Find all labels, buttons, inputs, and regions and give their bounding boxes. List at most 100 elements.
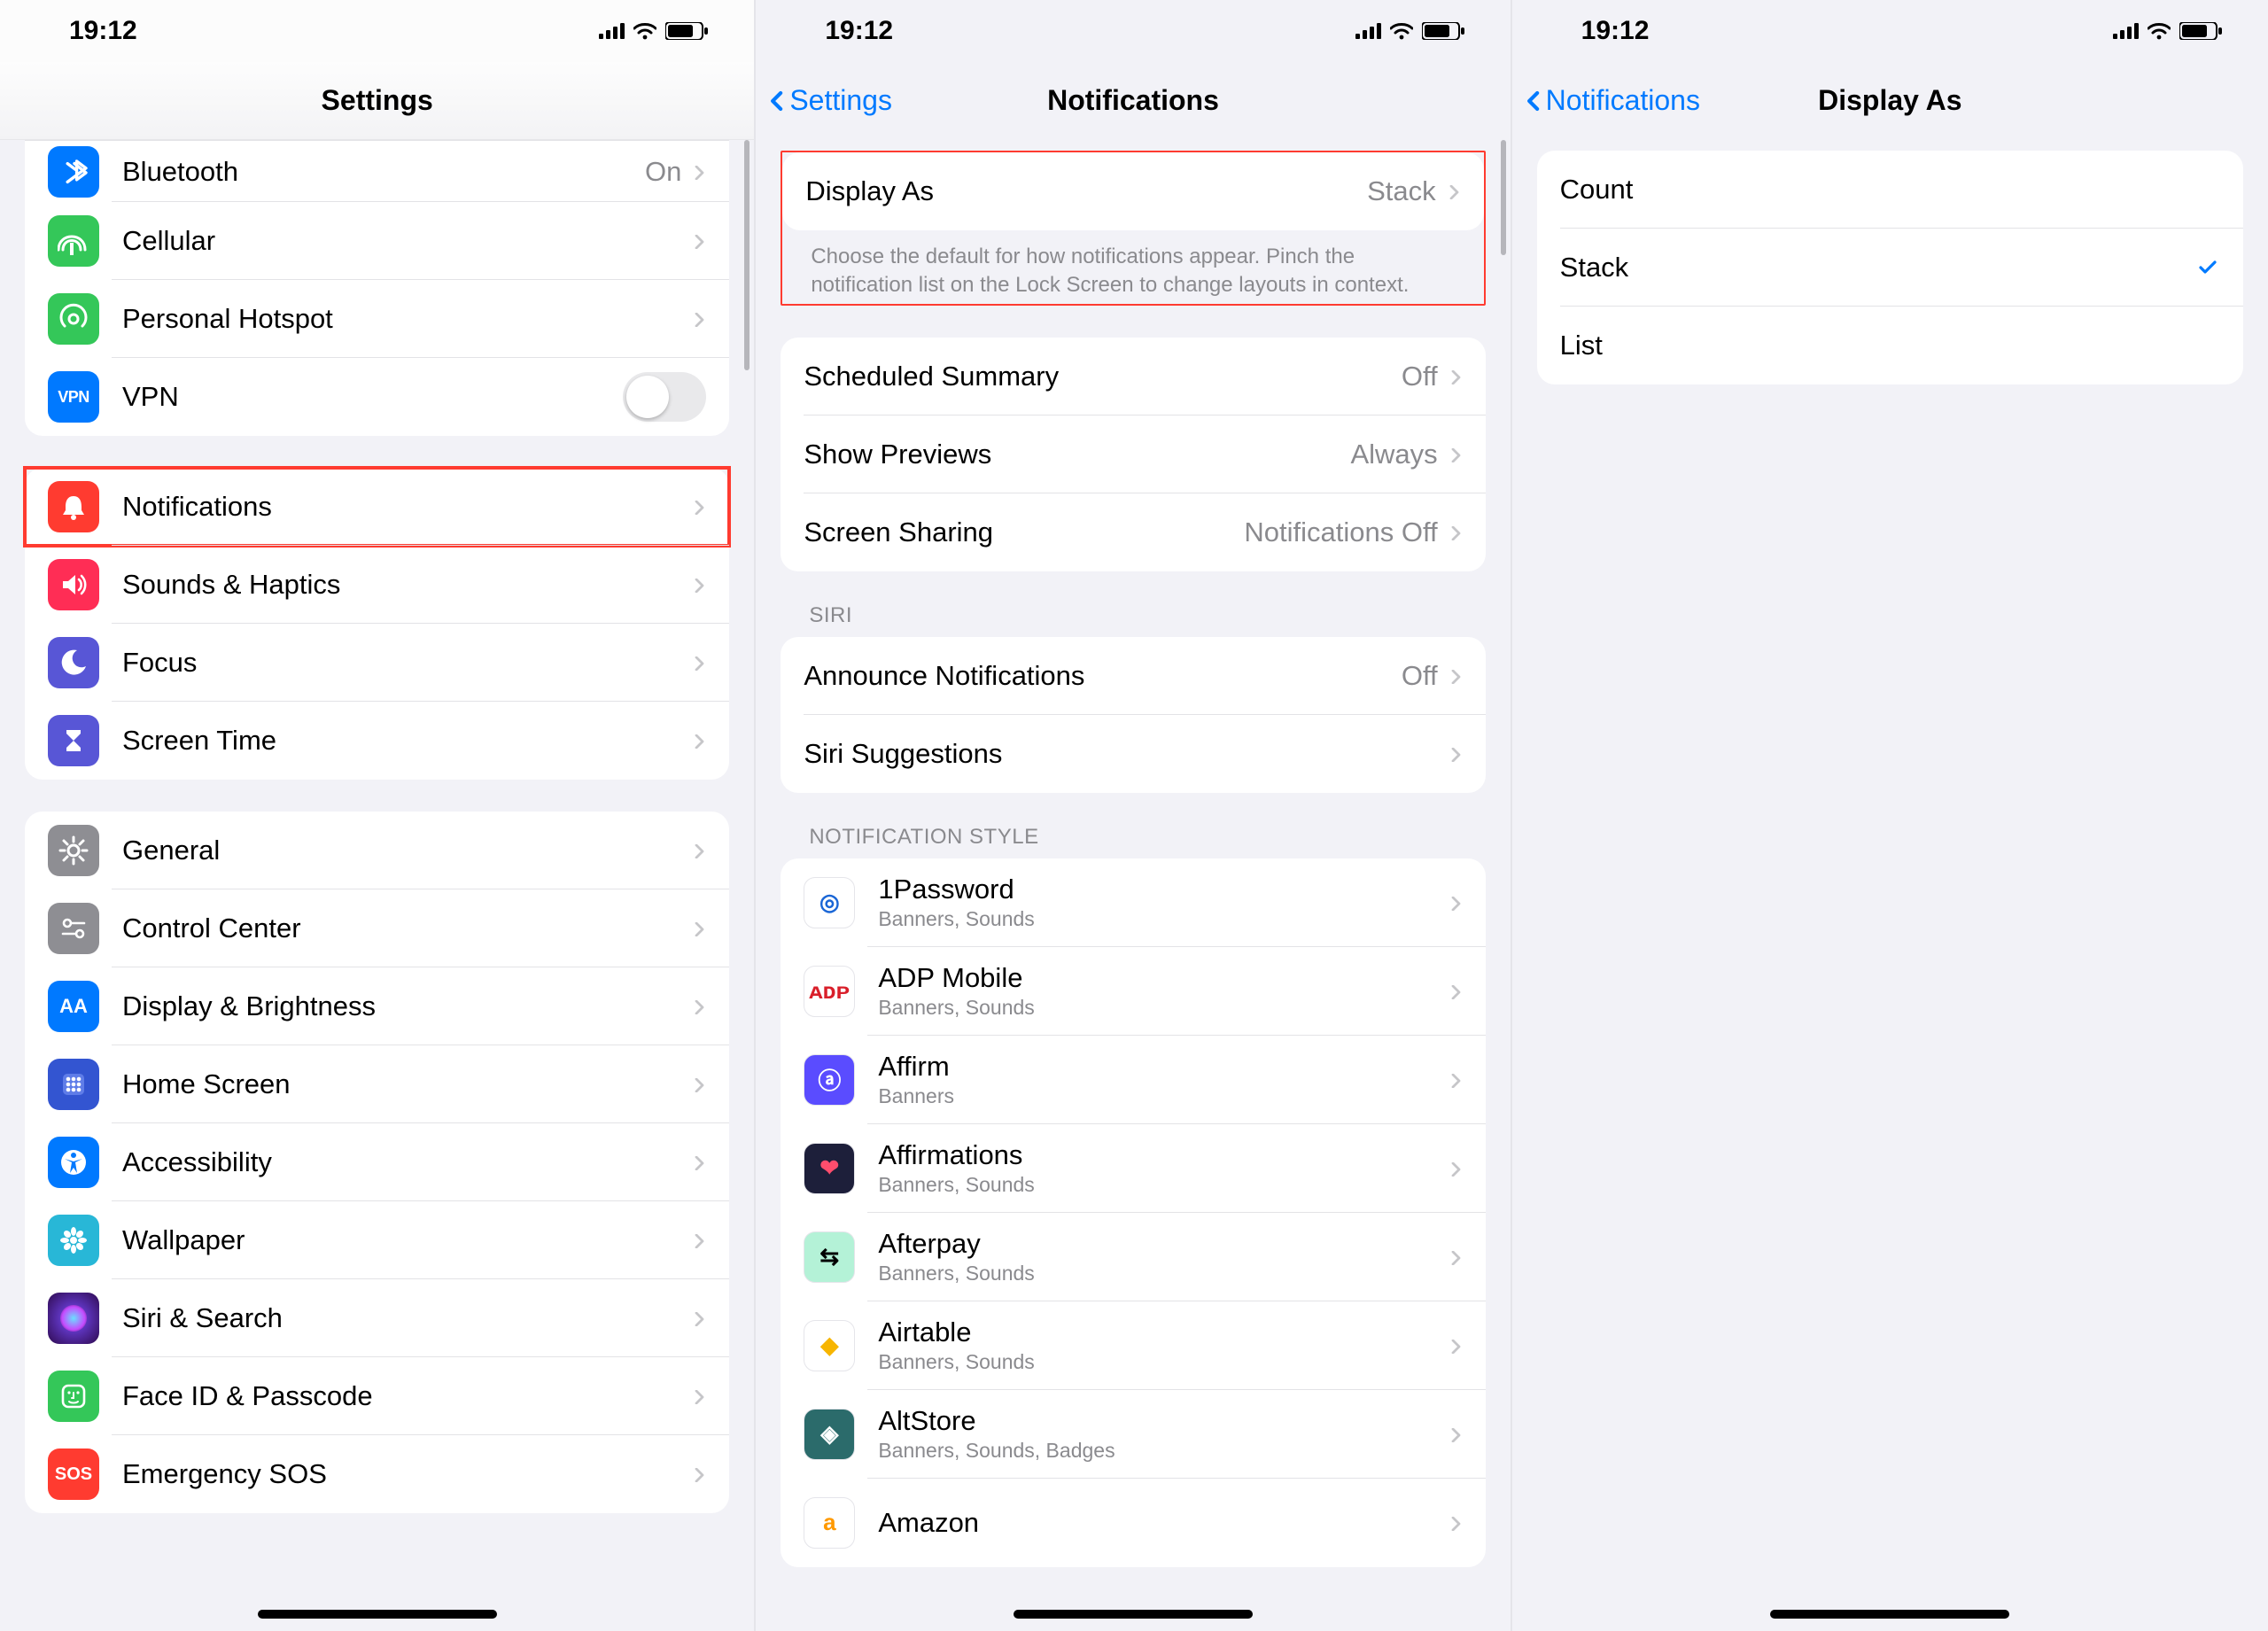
settings-screen: 19:12 Settings Bluetooth On Cellular (0, 0, 756, 1631)
app-row[interactable]: ⇆AfterpayBanners, Sounds (781, 1213, 1485, 1301)
row-display-as[interactable]: Display As Stack (782, 152, 1483, 230)
highlight-display-as: Display As Stack Choose the default for … (781, 151, 1485, 306)
row-focus[interactable]: Focus (25, 624, 729, 702)
speaker-icon (48, 559, 99, 610)
chevron-right-icon (694, 570, 706, 600)
row-display-brightness[interactable]: AA Display & Brightness (25, 967, 729, 1045)
row-siri-search[interactable]: Siri & Search (25, 1279, 729, 1357)
scrollbar[interactable] (744, 140, 750, 370)
back-button[interactable]: Notifications (1525, 62, 1700, 139)
app-row[interactable]: aAmazon (781, 1479, 1485, 1567)
notifications-content[interactable]: Display As Stack Choose the default for … (756, 140, 1510, 1631)
status-time: 19:12 (1581, 16, 1650, 46)
row-screen-sharing[interactable]: Screen Sharing Notifications Off (781, 493, 1485, 571)
home-indicator[interactable] (1770, 1610, 2009, 1619)
app-row[interactable]: ◈AltStoreBanners, Sounds, Badges (781, 1390, 1485, 1479)
row-cellular[interactable]: Cellular (25, 202, 729, 280)
sos-icon: SOS (48, 1448, 99, 1500)
row-label: Home Screen (122, 1068, 681, 1100)
row-label: VPN (122, 381, 623, 413)
section-attention: Notifications Sounds & Haptics Focus Scr… (25, 468, 729, 780)
row-announce-notifications[interactable]: Announce Notifications Off (781, 637, 1485, 715)
row-home-screen[interactable]: Home Screen (25, 1045, 729, 1123)
chevron-right-icon (1450, 661, 1463, 691)
back-label: Notifications (1546, 84, 1700, 117)
app-icon: a (804, 1497, 855, 1549)
row-screen-time[interactable]: Screen Time (25, 702, 729, 780)
row-control-center[interactable]: Control Center (25, 889, 729, 967)
row-emergency-sos[interactable]: SOS Emergency SOS (25, 1435, 729, 1513)
row-label: Control Center (122, 913, 681, 944)
app-icon: ◆ (804, 1320, 855, 1371)
option-label: Stack (1560, 252, 2186, 283)
section-connectivity: Bluetooth On Cellular Personal Hotspot V… (25, 140, 729, 436)
row-label: Emergency SOS (122, 1458, 681, 1490)
row-notifications[interactable]: Notifications (25, 468, 729, 546)
row-label: Screen Time (122, 725, 681, 757)
home-indicator[interactable] (1014, 1610, 1253, 1619)
battery-icon (2179, 22, 2224, 40)
option-row[interactable]: Stack (1537, 229, 2243, 307)
signal-icon (1355, 23, 1381, 39)
chevron-right-icon (1450, 1242, 1463, 1272)
app-row[interactable]: ◆AirtableBanners, Sounds (781, 1301, 1485, 1390)
back-button[interactable]: Settings (768, 62, 892, 139)
chevron-right-icon (694, 648, 706, 678)
chevron-right-icon (694, 835, 706, 866)
row-value: Off (1402, 660, 1438, 692)
scrollbar[interactable] (1501, 140, 1506, 255)
app-row[interactable]: ◎1PasswordBanners, Sounds (781, 858, 1485, 947)
row-label: Notifications (122, 491, 681, 523)
chevron-right-icon (694, 991, 706, 1021)
row-label: Cellular (122, 225, 681, 257)
option-row[interactable]: Count (1537, 151, 2243, 229)
settings-content[interactable]: Bluetooth On Cellular Personal Hotspot V… (0, 140, 754, 1631)
section-apps: ◎ 1Password Banners, Sounds ᴀᴅᴘADP MobileBa… (781, 858, 1485, 1567)
row-accessibility[interactable]: Accessibility (25, 1123, 729, 1201)
app-icon: ⇆ (804, 1231, 855, 1283)
home-indicator[interactable] (258, 1610, 497, 1619)
row-general[interactable]: General (25, 812, 729, 889)
display-as-content[interactable]: Count Stack List (1512, 140, 2268, 1631)
row-faceid-passcode[interactable]: Face ID & Passcode (25, 1357, 729, 1435)
row-value: On (645, 156, 681, 188)
bell-icon (48, 481, 99, 532)
app-icon: ◎ (804, 877, 855, 928)
row-wallpaper[interactable]: Wallpaper (25, 1201, 729, 1279)
app-row[interactable]: ᴀᴅᴘADP MobileBanners, Sounds (781, 947, 1485, 1036)
option-row[interactable]: List (1537, 307, 2243, 384)
chevron-right-icon (694, 492, 706, 522)
flower-icon (48, 1215, 99, 1266)
chevron-right-icon (694, 226, 706, 256)
option-label: Count (1560, 174, 2220, 206)
row-show-previews[interactable]: Show Previews Always (781, 416, 1485, 493)
row-label: Bluetooth (122, 156, 631, 188)
status-bar: 19:12 (756, 0, 1510, 62)
row-siri-suggestions[interactable]: Siri Suggestions (781, 715, 1485, 793)
display-as-screen: 19:12 Notifications Display As CountStac… (1512, 0, 2268, 1631)
row-scheduled-summary[interactable]: Scheduled Summary Off (781, 338, 1485, 416)
row-label: Siri Suggestions (804, 738, 1437, 770)
row-bluetooth[interactable]: Bluetooth On (25, 140, 729, 202)
row-vpn[interactable]: VPN VPN (25, 358, 729, 436)
siri-icon (48, 1293, 99, 1344)
chevron-right-icon (1450, 1419, 1463, 1449)
row-value: Notifications Off (1244, 516, 1437, 548)
header-siri: SIRI (781, 603, 1485, 637)
app-detail: Banners, Sounds (878, 1173, 1437, 1197)
app-row[interactable]: ❤AffirmationsBanners, Sounds (781, 1124, 1485, 1213)
status-time: 19:12 (825, 16, 893, 46)
row-personal-hotspot[interactable]: Personal Hotspot (25, 280, 729, 358)
row-label: Sounds & Haptics (122, 569, 681, 601)
battery-icon (665, 22, 710, 40)
app-name: Afterpay (878, 1228, 1437, 1260)
chevron-right-icon (1450, 439, 1463, 470)
chevron-right-icon (1450, 1508, 1463, 1538)
vpn-toggle[interactable] (623, 372, 706, 422)
row-label: Scheduled Summary (804, 361, 1387, 392)
row-sounds-haptics[interactable]: Sounds & Haptics (25, 546, 729, 624)
app-row[interactable]: ⓐAffirmBanners (781, 1036, 1485, 1124)
app-name: 1Password (878, 874, 1437, 905)
page-title: Settings (322, 84, 433, 117)
app-name: AltStore (878, 1405, 1437, 1437)
